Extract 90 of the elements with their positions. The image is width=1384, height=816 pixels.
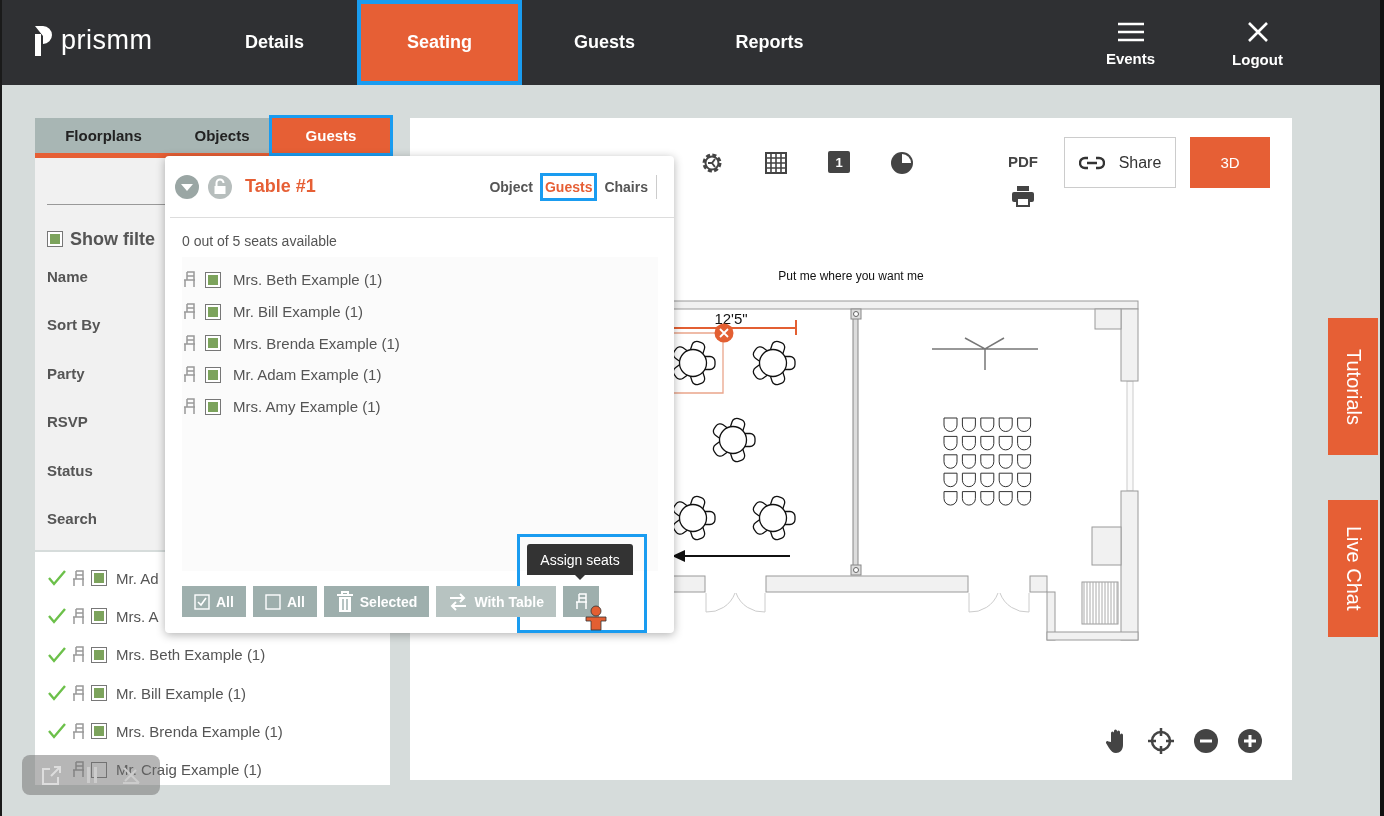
share-button[interactable]: Share [1064,137,1176,188]
chair-icon [574,593,588,610]
menu-icon [1116,22,1145,42]
checkbox[interactable] [91,723,107,740]
filter-label: Status [47,460,94,481]
zoom-in-icon[interactable] [1237,728,1263,754]
guest-name[interactable]: Mrs. Beth Example (1) [116,646,266,664]
chair-rows-drawing[interactable] [943,417,1032,506]
wall [672,575,706,593]
nav-tab[interactable]: Guests [522,0,687,85]
filter-label: RSVP [47,412,89,433]
staircase-drawing [1081,581,1119,625]
chair-icon [183,334,196,352]
door-drawing [968,592,1030,613]
assign-seats-button[interactable] [563,586,599,617]
popup-title: Table #1 [245,176,316,197]
nav-tab[interactable]: Reports [687,0,852,85]
guest-name[interactable]: Mrs. A [116,607,159,625]
nav-tab[interactable]: Details [192,0,357,85]
round-table-drawing[interactable] [752,495,796,541]
pie-chart-icon[interactable] [890,151,914,175]
checkbox[interactable] [205,398,221,415]
guest-name[interactable]: Mrs. Brenda Example (1) [116,722,283,740]
printer-icon[interactable] [1011,185,1035,207]
logo-icon [35,25,53,56]
checkbox[interactable] [205,303,221,320]
chair-icon [183,366,196,384]
crosshair-icon[interactable] [1147,727,1175,755]
dropdown-icon[interactable] [175,174,199,199]
checkbox[interactable] [91,761,107,778]
checkbox[interactable] [91,608,107,625]
level-badge[interactable]: 1 [828,151,850,173]
zoom-out-icon[interactable] [1193,728,1219,754]
filter-label: Party [47,363,86,384]
guest-name[interactable]: Mrs. Beth Example (1) [233,271,383,289]
round-table-drawing[interactable] [752,340,796,386]
panel-tab[interactable]: Floorplans [35,118,172,153]
person-icon [584,605,608,631]
popup-tab[interactable]: Chairs [601,174,651,199]
chair-icon [72,761,85,779]
guest-name[interactable]: Mrs. Amy Example (1) [233,398,381,416]
pdf-button[interactable]: PDF [1008,153,1038,170]
link-icon [1078,155,1105,170]
chair-icon [72,646,85,664]
round-table-drawing[interactable] [672,340,716,386]
chair-icon [72,684,85,702]
tooltip: Assign seats [527,544,633,580]
chair-icon [72,607,85,625]
checkbox[interactable] [91,685,107,702]
trash-icon [335,590,354,613]
chair-icon [72,722,85,740]
checkbox[interactable] [47,231,63,247]
chair-icon [72,569,85,587]
filter-label: Sort By [47,315,102,336]
selection-outline [672,332,724,394]
door-drawing [705,592,766,613]
checkbox[interactable] [205,366,221,383]
checkbox[interactable] [205,335,221,352]
availability-text: 0 out of 5 seats available [182,233,338,251]
close-icon [1246,21,1269,43]
guest-name[interactable]: Mr. Bill Example (1) [116,684,247,702]
events-button[interactable]: Events [1067,0,1194,85]
checkbox[interactable] [91,646,107,663]
logout-button[interactable]: Logout [1194,0,1321,85]
round-table-drawing[interactable] [712,417,756,463]
round-table-drawing[interactable] [672,495,716,541]
guest-name[interactable]: Mr. Adam Example (1) [233,366,382,384]
chair-icon [183,303,196,321]
remove-icon[interactable] [714,323,734,343]
grid-icon[interactable] [764,151,788,175]
guest-name[interactable]: Mr. Bill Example (1) [233,303,364,321]
guest-name[interactable]: Mrs. Brenda Example (1) [233,334,400,352]
dimension-label: 12'5" [714,310,748,327]
checkbox[interactable] [205,271,221,288]
hint-text: Put me where you want me [777,269,925,283]
empty-box-icon [264,593,281,610]
panel-tab[interactable]: Objects [172,118,272,153]
guest-name[interactable]: Mr. Ad [116,569,159,587]
filter-label: Name [47,266,89,287]
chair-icon [183,271,196,289]
settings-icon[interactable] [700,151,724,175]
swap-icon [448,592,469,611]
checked-box-icon [194,593,210,610]
checkbox[interactable] [91,570,107,587]
filter-label: Search [47,509,99,530]
show-filters-label: Show filte [70,228,155,250]
pause-icon[interactable] [85,766,99,784]
popup-tab[interactable]: Object [486,174,536,199]
logo-text: prismm [61,25,153,56]
chair-icon [183,398,196,416]
